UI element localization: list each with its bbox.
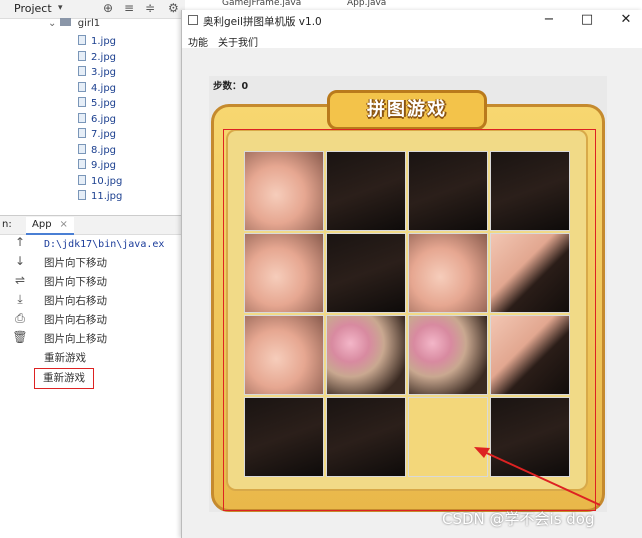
watermark: CSDN @学不会is dog: [442, 510, 595, 528]
annotation-arrow: [474, 447, 601, 506]
